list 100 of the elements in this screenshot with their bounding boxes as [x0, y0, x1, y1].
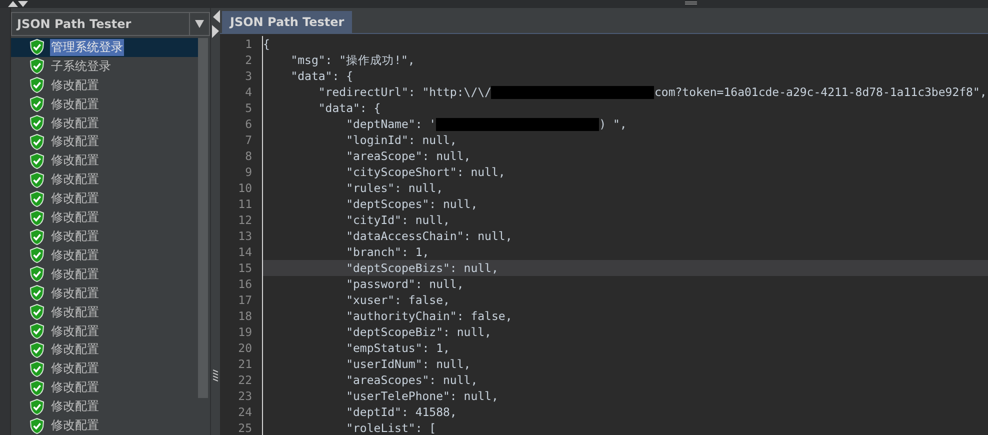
- code-line: "branch": 1,: [345, 244, 430, 260]
- line-number: 4: [244, 84, 252, 100]
- tree-item[interactable]: 修改配置: [11, 246, 198, 265]
- caret-icon: [195, 20, 204, 28]
- tree-item[interactable]: 修改配置: [11, 378, 198, 398]
- line-number: 10: [237, 180, 252, 196]
- tree-item[interactable]: 修改配置: [11, 322, 198, 340]
- code-line: "areaScopes": null,: [345, 372, 479, 388]
- shield-check-icon: [30, 304, 44, 320]
- tree-item[interactable]: 修改配置: [11, 227, 198, 246]
- shield-check-icon: [30, 266, 44, 282]
- tree-item[interactable]: 修改配置: [11, 114, 198, 133]
- tree-item[interactable]: 修改配置: [11, 189, 198, 208]
- code-line: {: [263, 36, 271, 52]
- tree-item[interactable]: 修改配置: [11, 76, 198, 95]
- shield-check-icon: [30, 152, 44, 169]
- line-number: 3: [244, 68, 252, 84]
- line-number: 22: [237, 372, 252, 388]
- shield-check-icon: [30, 134, 44, 150]
- code-line: "data": {: [317, 100, 382, 116]
- shield-check-icon: [30, 115, 44, 132]
- shield-check-icon: [30, 323, 44, 340]
- code-line: "redirectUrl": "http:\/\/: [317, 84, 492, 100]
- shield-check-icon: [30, 172, 44, 188]
- code-line: "cityId": null,: [345, 212, 451, 228]
- tree-item[interactable]: 管理系统登录: [11, 38, 198, 57]
- shield-check-icon: [30, 77, 44, 94]
- shield-check-icon: [30, 360, 44, 377]
- line-number: 20: [237, 340, 252, 356]
- tree-item[interactable]: 修改配置: [11, 170, 198, 190]
- code-line: com?token=16a01cde-a29c-4211-8d78-1a11c3be92f8",: [654, 84, 988, 100]
- line-number: 15: [237, 260, 252, 276]
- line-number: 5: [244, 100, 252, 116]
- code-line: "authorityChain": false,: [345, 308, 514, 324]
- code-line: ) ",: [599, 116, 628, 132]
- code-line: "xuser": false,: [345, 292, 451, 308]
- splitter-grip-icon[interactable]: [213, 369, 218, 383]
- code-line: "dataAccessChain": null,: [345, 228, 514, 244]
- tree-item[interactable]: 修改配置: [11, 302, 198, 322]
- tree-item[interactable]: 修改配置: [11, 340, 198, 360]
- line-number: 12: [237, 212, 252, 228]
- tree-item[interactable]: 修改配置: [11, 416, 198, 435]
- line-number: 18: [237, 308, 252, 324]
- splitter-grip-icon[interactable]: [684, 1, 698, 6]
- test-plan-dropdown[interactable]: JSON Path Tester: [11, 12, 210, 36]
- dropdown-value: JSON Path Tester: [15, 17, 132, 31]
- code-line: "empStatus": 1,: [345, 340, 451, 356]
- code-line: "roleList": [: [345, 420, 438, 435]
- shield-check-icon: [30, 418, 44, 434]
- code-line: "areaScope": null,: [345, 148, 472, 164]
- shield-check-icon: [30, 380, 44, 396]
- shield-check-icon: [30, 342, 44, 358]
- code-line: "msg": "操作成功!",: [290, 52, 416, 68]
- shield-check-icon: [30, 58, 44, 74]
- shield-check-icon: [30, 247, 44, 264]
- shield-check-icon: [30, 39, 44, 56]
- tree-item[interactable]: 修改配置: [11, 151, 198, 170]
- line-number: 13: [237, 228, 252, 244]
- code-line: "cityScopeShort": null,: [345, 164, 506, 180]
- code-editor[interactable]: [220, 33, 988, 435]
- line-number: 11: [237, 196, 252, 212]
- line-number: 8: [244, 148, 252, 164]
- tree-item[interactable]: 修改配置: [11, 264, 198, 284]
- code-line: "deptName": ': [345, 116, 436, 132]
- code-line: "deptScopes": null,: [345, 196, 479, 212]
- tree-item[interactable]: 修改配置: [11, 397, 198, 416]
- collapse-arrows-icon[interactable]: [6, 0, 30, 7]
- shield-check-icon: [30, 96, 44, 112]
- line-number: 14: [237, 244, 252, 260]
- code-line: "loginId": null,: [345, 132, 458, 148]
- code-line: "deptId": 41588,: [345, 404, 458, 420]
- tree-item[interactable]: 修改配置: [11, 208, 198, 228]
- shield-check-icon: [30, 228, 44, 245]
- shield-check-icon: [30, 285, 44, 302]
- line-number: 17: [237, 292, 252, 308]
- tree-item[interactable]: 子系统登录: [11, 56, 198, 76]
- tree-item[interactable]: 修改配置: [11, 94, 198, 114]
- line-number: 25: [237, 420, 252, 435]
- splitter-arrows-icon[interactable]: [212, 10, 220, 38]
- line-number: 21: [237, 356, 252, 372]
- line-number: 7: [244, 132, 252, 148]
- shield-check-icon: [30, 398, 44, 415]
- shield-check-icon: [30, 210, 44, 226]
- code-line: "deptScopeBiz": null,: [345, 324, 492, 340]
- line-number: 24: [237, 404, 252, 420]
- tree-item[interactable]: 修改配置: [11, 359, 198, 378]
- code-line: "userIdNum": null,: [345, 356, 472, 372]
- code-line: "rules": null,: [345, 180, 444, 196]
- tab[interactable]: JSON Path Tester: [222, 11, 352, 33]
- line-number: 19: [237, 324, 252, 340]
- line-number: 23: [237, 388, 252, 404]
- tree-item[interactable]: 修改配置: [11, 284, 198, 303]
- code-line: "password": null,: [345, 276, 465, 292]
- tree-item[interactable]: 修改配置: [11, 132, 198, 152]
- line-number: 16: [237, 276, 252, 292]
- line-number: 1: [244, 36, 252, 52]
- shield-check-icon: [30, 190, 44, 207]
- line-number: 6: [244, 116, 252, 132]
- code-line: "data": {: [290, 68, 354, 84]
- line-number: 9: [244, 164, 252, 180]
